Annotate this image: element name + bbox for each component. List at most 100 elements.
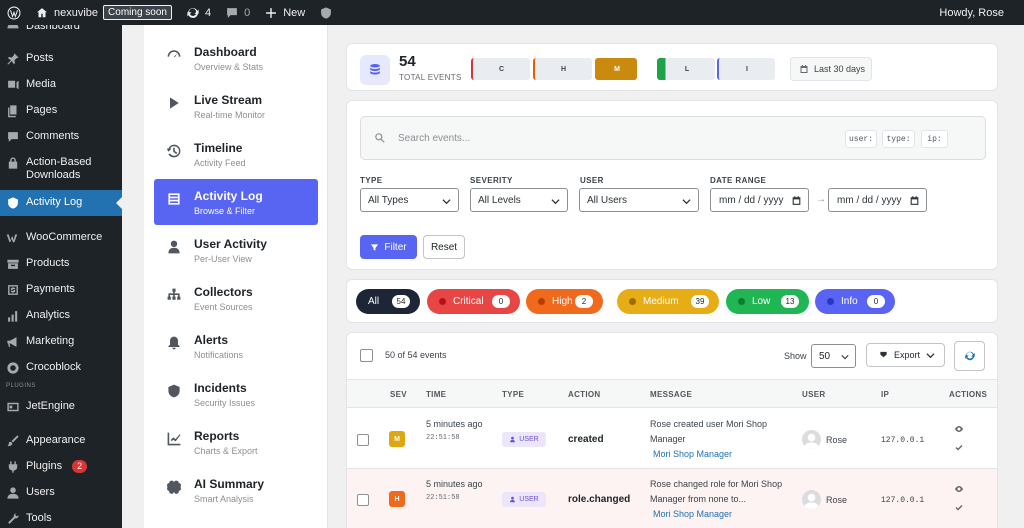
- brain-icon: [166, 480, 182, 494]
- pluginnav-reports[interactable]: Reports Charts & Export: [154, 419, 318, 465]
- col-action[interactable]: ACTION: [568, 390, 600, 399]
- pluginnav-timeline[interactable]: Timeline Activity Feed: [154, 131, 318, 177]
- menu-jetengine[interactable]: JetEngine: [0, 400, 122, 416]
- row-checkbox[interactable]: [357, 434, 369, 446]
- reset-button[interactable]: Reset: [423, 235, 465, 259]
- acknowledge-button[interactable]: [954, 503, 964, 513]
- menu-marketing[interactable]: Marketing: [0, 335, 122, 351]
- table-row[interactable]: H 5 minutes ago 22:51:58 USER role.changed Ro…: [347, 469, 997, 528]
- view-details-button[interactable]: [954, 424, 964, 434]
- date-from-input[interactable]: mm / dd / yyyy: [710, 188, 809, 212]
- nav-subtitle: Event Sources: [194, 302, 253, 312]
- col-ip[interactable]: IP: [881, 390, 889, 399]
- severity-dot: [538, 298, 545, 305]
- col-time[interactable]: TIME: [426, 390, 446, 399]
- pluginnav-alerts[interactable]: Alerts Notifications: [154, 323, 318, 369]
- filter-button-label: Filter: [384, 241, 407, 253]
- acknowledge-button[interactable]: [954, 443, 964, 453]
- menu-posts[interactable]: Posts: [0, 52, 122, 68]
- wordpress-logo-button[interactable]: [0, 0, 28, 25]
- col-type[interactable]: TYPE: [502, 390, 524, 399]
- menu-payments[interactable]: Payments: [0, 283, 122, 299]
- row-checkbox[interactable]: [357, 494, 369, 506]
- coming-soon-badge[interactable]: Coming soon: [103, 5, 172, 20]
- col-user[interactable]: USER: [802, 390, 825, 399]
- pill-high[interactable]: High 2: [526, 289, 603, 314]
- user-select[interactable]: All Users: [579, 188, 699, 212]
- new-content-link[interactable]: New: [257, 0, 312, 25]
- comments-link[interactable]: 0: [218, 0, 257, 25]
- date-to-input[interactable]: mm / dd / yyyy: [828, 188, 927, 212]
- menu-products[interactable]: Products: [0, 257, 122, 273]
- pluginnav-ai-summary[interactable]: AI Summary Smart Analysis: [154, 467, 318, 513]
- pill-medium[interactable]: Medium 39: [617, 289, 719, 314]
- message-object-link[interactable]: Mori Shop Manager: [653, 449, 732, 459]
- new-label: New: [283, 6, 306, 19]
- menu-tools[interactable]: Tools: [0, 512, 122, 528]
- menu-activity-log[interactable]: Activity Log: [0, 190, 122, 216]
- nav-title: Activity Log: [194, 189, 263, 203]
- per-page-select[interactable]: 50: [811, 344, 856, 368]
- user-name[interactable]: Rose: [826, 435, 847, 445]
- severity-box-h[interactable]: H: [533, 58, 592, 80]
- nav-subtitle: Smart Analysis: [194, 494, 254, 504]
- menu-crocoblock[interactable]: Crocoblock: [0, 361, 122, 377]
- menu-media[interactable]: Media: [0, 78, 122, 94]
- pluginnav-incidents[interactable]: Incidents Security Issues: [154, 371, 318, 417]
- menu-appearance[interactable]: Appearance: [0, 434, 122, 450]
- chip-type[interactable]: type:: [882, 130, 915, 148]
- type-select[interactable]: All Types: [360, 188, 459, 212]
- pill-all[interactable]: All 54: [356, 289, 420, 314]
- pluginnav-collectors[interactable]: Collectors Event Sources: [154, 275, 318, 321]
- refresh-button[interactable]: [954, 341, 985, 371]
- col-sev[interactable]: SEV: [390, 390, 407, 399]
- pill-label: Medium: [643, 296, 679, 307]
- severity-box-m[interactable]: M: [595, 58, 637, 80]
- pluginnav-activity-log[interactable]: Activity Log Browse & Filter: [154, 179, 318, 225]
- menu-pages[interactable]: Pages: [0, 104, 122, 120]
- menu-woocommerce[interactable]: WooCommerce: [0, 231, 122, 247]
- col-message[interactable]: MESSAGE: [650, 390, 692, 399]
- severity-box-c[interactable]: C: [471, 58, 530, 80]
- pluginnav-user-activity[interactable]: User Activity Per-User View: [154, 227, 318, 273]
- stats-card: 54 TOTAL EVENTS C H M L I Last 30 days: [346, 43, 998, 91]
- search-events-input[interactable]: Search events... user: type: ip:: [360, 116, 986, 160]
- menu-dashboard[interactable]: Dashboard: [0, 25, 122, 34]
- date-range-button[interactable]: Last 30 days: [790, 57, 872, 81]
- severity-dot: [439, 298, 446, 305]
- updates-link[interactable]: 4: [179, 0, 218, 25]
- export-button[interactable]: Export: [866, 343, 945, 367]
- menu-action-based-downloads[interactable]: Action-Based Downloads: [0, 156, 122, 184]
- severity-select[interactable]: All Levels: [470, 188, 568, 212]
- menu-plugins[interactable]: Plugins 2: [0, 460, 122, 476]
- chip-user[interactable]: user:: [845, 130, 877, 148]
- select-all-checkbox[interactable]: [360, 349, 373, 362]
- pluginnav-dashboard[interactable]: Dashboard Overview & Stats: [154, 35, 318, 81]
- database-icon-box: [360, 55, 390, 85]
- view-details-button[interactable]: [954, 484, 964, 494]
- table-row[interactable]: M 5 minutes ago 22:51:58 USER created Rose cr…: [347, 409, 997, 469]
- plugin-icon: [8, 461, 18, 473]
- user-select-value: All Users: [587, 194, 628, 206]
- site-name-link[interactable]: nexuvibe Coming soon: [28, 0, 179, 25]
- user-name[interactable]: Rose: [826, 495, 847, 505]
- security-shield-link[interactable]: [312, 0, 340, 25]
- pluginnav-live-stream[interactable]: Live Stream Real-time Monitor: [154, 83, 318, 129]
- pill-low[interactable]: Low 13: [726, 289, 809, 314]
- chip-ip[interactable]: ip:: [921, 130, 948, 148]
- filter-button[interactable]: Filter: [360, 235, 417, 259]
- menu-comments[interactable]: Comments: [0, 130, 122, 146]
- severity-box-i[interactable]: I: [717, 58, 775, 80]
- menu-label: Users: [26, 486, 55, 498]
- severity-box-l[interactable]: L: [657, 58, 715, 80]
- pill-critical[interactable]: Critical 0: [427, 289, 520, 314]
- message-object-link[interactable]: Mori Shop Manager: [653, 509, 732, 519]
- severity-badge: H: [389, 491, 405, 507]
- menu-analytics[interactable]: Analytics: [0, 309, 122, 325]
- menu-users[interactable]: Users: [0, 486, 122, 502]
- action-name: created: [568, 434, 604, 445]
- pill-info[interactable]: Info 0: [815, 289, 895, 314]
- user-filter-label: USER: [580, 176, 604, 185]
- howdy-account-menu[interactable]: Howdy, Rose: [932, 0, 1024, 25]
- user-icon: [168, 240, 180, 254]
